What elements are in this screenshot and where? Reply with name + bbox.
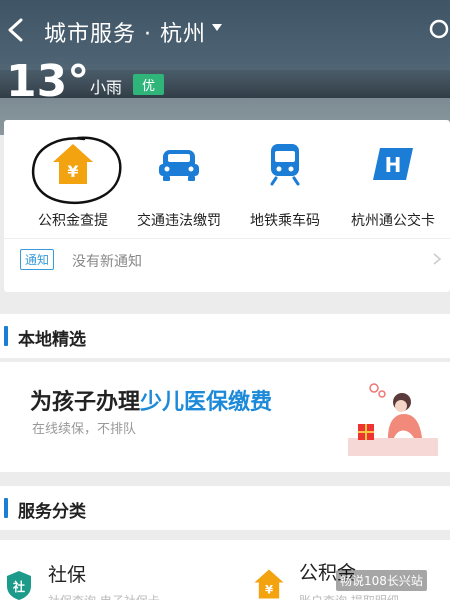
notice-tag: 通知 (20, 249, 55, 270)
housing-fund-icon: ¥ (51, 142, 95, 186)
category-icon-text: ¥ (265, 582, 273, 596)
chevron-down-icon[interactable] (212, 24, 222, 31)
category-label: 社保 (48, 564, 87, 586)
shield-icon: 社 (7, 571, 31, 600)
service-label: 交通违法缴罚 (137, 213, 221, 229)
page-title[interactable]: 城市服务 · 杭州 (44, 16, 206, 48)
service-label: 杭州通公交卡 (351, 213, 435, 229)
service-metro[interactable]: 地铁乘车码 (230, 142, 340, 230)
housing-fund-icon: ¥ (254, 569, 284, 599)
car-icon (157, 142, 201, 186)
header: 城市服务 · 杭州 13° 小雨 优 (0, 0, 450, 135)
svg-text:¥: ¥ (67, 162, 78, 181)
bus-card-icon: H (371, 142, 415, 186)
mother-child-illustration (348, 383, 438, 456)
category-icon-text: 社 (12, 579, 25, 594)
service-label: 地铁乘车码 (250, 213, 320, 229)
banner-subtitle: 在线续保，不排队 (32, 422, 137, 437)
service-label: 公积金查提 (38, 213, 108, 229)
category-social-security[interactable]: 社 社保 社保查询 电子社保卡 (0, 540, 225, 600)
category-subtitle: 社保查询 电子社保卡 (48, 592, 160, 600)
service-traffic-fine[interactable]: 交通违法缴罚 (124, 142, 234, 230)
search-icon[interactable] (428, 18, 450, 42)
service-housing-fund[interactable]: ¥ 公积金查提 (18, 142, 128, 230)
metro-icon (263, 142, 307, 186)
air-quality-badge: 优 (133, 74, 165, 95)
section-title: 本地精选 (18, 330, 86, 350)
section-accent-bar (4, 498, 8, 518)
section-local-picks: 本地精选 (0, 314, 450, 358)
banner-title: 为孩子办理少儿医保缴费 (30, 384, 272, 416)
back-icon[interactable] (4, 16, 28, 44)
section-title: 服务分类 (18, 502, 86, 522)
banner-title-prefix: 为孩子办理 (30, 390, 141, 415)
promo-banner[interactable]: 为孩子办理少儿医保缴费 在线续保，不排队 (0, 362, 450, 472)
category-subtitle: 账户查询 提取明细 (299, 592, 399, 600)
service-bus-card[interactable]: H 杭州通公交卡 (338, 142, 448, 230)
notice-text[interactable]: 没有新通知 (72, 251, 142, 271)
temperature: 13° (6, 56, 90, 107)
service-card: ¥ 公积金查提 交通违法缴罚 地铁乘车码 H 杭州通公交卡 通知 没有新通知 (4, 120, 450, 292)
divider (4, 238, 450, 239)
watermark: 畅说108长兴站 (336, 570, 427, 591)
chevron-right-icon[interactable] (432, 252, 442, 266)
section-service-categories: 服务分类 (0, 486, 450, 530)
svg-text:H: H (385, 153, 402, 177)
banner-title-highlight: 少儿医保缴费 (140, 390, 273, 415)
weather-status: 小雨 (90, 78, 123, 97)
section-accent-bar (4, 326, 8, 346)
